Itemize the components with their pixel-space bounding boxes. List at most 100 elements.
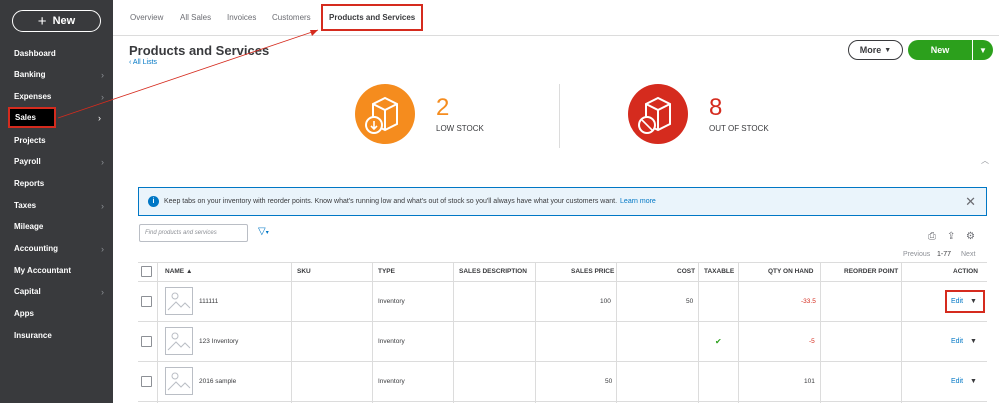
tab-overview[interactable]: Overview bbox=[130, 13, 163, 22]
row-checkbox[interactable] bbox=[141, 336, 152, 347]
table-line bbox=[138, 401, 987, 402]
column-divider bbox=[535, 262, 536, 403]
sidebar-item-label: Banking bbox=[14, 70, 46, 79]
column-header-name[interactable]: NAME ▲ bbox=[165, 268, 192, 275]
pager-previous[interactable]: Previous bbox=[903, 251, 930, 258]
column-divider bbox=[901, 262, 902, 403]
tab-all-sales[interactable]: All Sales bbox=[180, 13, 211, 22]
select-all-checkbox[interactable] bbox=[141, 266, 152, 277]
sidebar-item-label: Insurance bbox=[14, 331, 52, 340]
chevron-right-icon: › bbox=[101, 69, 104, 80]
chevron-right-icon: › bbox=[98, 112, 101, 123]
new-button[interactable]: + New bbox=[12, 10, 101, 32]
cost: 50 bbox=[686, 298, 694, 305]
sidebar-item-dashboard[interactable]: Dashboard bbox=[0, 43, 113, 64]
action-menu-caret-icon[interactable]: ▼ bbox=[970, 338, 977, 345]
sidebar-item-reports[interactable]: Reports bbox=[0, 173, 113, 194]
learn-more-link[interactable]: Learn more bbox=[620, 198, 656, 205]
chevron-right-icon: › bbox=[101, 91, 104, 102]
all-lists-link[interactable]: ‹ All Lists bbox=[129, 59, 157, 66]
column-header-sales-price[interactable]: SALES PRICE bbox=[571, 268, 614, 275]
sidebar-item-expenses[interactable]: Expenses › bbox=[0, 86, 113, 107]
sidebar-item-label: Accounting bbox=[14, 244, 58, 253]
sidebar-item-capital[interactable]: Capital › bbox=[0, 281, 113, 302]
search-placeholder: Find products and services bbox=[145, 230, 217, 236]
action-menu-caret-icon[interactable]: ▼ bbox=[970, 378, 977, 385]
sales-price: 50 bbox=[605, 378, 613, 385]
close-icon[interactable]: ✕ bbox=[965, 194, 976, 210]
sidebar-item-apps[interactable]: Apps bbox=[0, 303, 113, 324]
image-placeholder-icon bbox=[165, 367, 193, 395]
sidebar-item-insurance[interactable]: Insurance bbox=[0, 325, 113, 346]
out-of-stock-stat[interactable] bbox=[628, 84, 688, 144]
column-header-sku[interactable]: SKU bbox=[297, 268, 311, 275]
reorder-info-banner: i Keep tabs on your inventory with reord… bbox=[138, 187, 987, 216]
chevron-down-icon[interactable]: ▼ bbox=[973, 46, 993, 55]
edit-highlight-box bbox=[945, 290, 985, 313]
column-divider bbox=[453, 262, 454, 403]
settings-gear-icon[interactable]: ⚙ bbox=[966, 231, 975, 242]
sidebar-item-mileage[interactable]: Mileage bbox=[0, 216, 113, 237]
column-divider bbox=[291, 262, 292, 403]
sidebar-item-label: Expenses bbox=[14, 92, 52, 101]
chevron-down-icon: ▼ bbox=[884, 46, 892, 54]
sidebar-item-accounting[interactable]: Accounting › bbox=[0, 238, 113, 259]
tab-invoices[interactable]: Invoices bbox=[227, 13, 256, 22]
product-name[interactable]: 123 Inventory bbox=[199, 338, 238, 345]
low-stock-stat[interactable] bbox=[355, 84, 415, 144]
column-header-cost[interactable]: COST bbox=[677, 268, 695, 275]
chevron-right-icon: › bbox=[101, 243, 104, 254]
column-header-qty-on-hand[interactable]: QTY ON HAND bbox=[768, 268, 813, 275]
table-line bbox=[138, 321, 987, 322]
sidebar-item-taxes[interactable]: Taxes › bbox=[0, 195, 113, 216]
sales-tabs: Overview All Sales Invoices Customers Pr… bbox=[113, 0, 999, 36]
chevron-right-icon: › bbox=[101, 200, 104, 211]
table-line bbox=[138, 281, 987, 282]
filter-icon[interactable]: ▽▾ bbox=[258, 226, 269, 237]
product-type: Inventory bbox=[378, 298, 405, 305]
out-of-stock-label: OUT OF STOCK bbox=[709, 124, 769, 133]
column-header-taxable[interactable]: TAXABLE bbox=[704, 268, 734, 275]
new-product-button[interactable]: New ▼ bbox=[908, 40, 993, 60]
table-line bbox=[138, 361, 987, 362]
sidebar-item-my-accountant[interactable]: My Accountant bbox=[0, 260, 113, 281]
low-stock-count: 2 bbox=[436, 94, 450, 121]
info-text: Keep tabs on your inventory with reorder… bbox=[164, 198, 618, 205]
image-placeholder-icon bbox=[165, 287, 193, 315]
sidebar-item-sales[interactable]: Sales › bbox=[8, 107, 101, 128]
all-lists-label: All Lists bbox=[132, 59, 158, 66]
sidebar-item-projects[interactable]: Projects bbox=[0, 130, 113, 151]
sidebar-item-payroll[interactable]: Payroll › bbox=[0, 151, 113, 172]
more-button[interactable]: More ▼ bbox=[848, 40, 903, 60]
column-header-reorder-point[interactable]: REORDER POINT bbox=[844, 268, 898, 275]
product-type: Inventory bbox=[378, 378, 405, 385]
tab-products-and-services[interactable]: Products and Services bbox=[321, 4, 424, 31]
chevron-up-icon[interactable]: ︿ bbox=[981, 155, 989, 166]
tab-customers[interactable]: Customers bbox=[272, 13, 311, 22]
sidebar-item-label: Payroll bbox=[14, 157, 41, 166]
plus-icon: + bbox=[37, 12, 47, 30]
print-icon[interactable]: ⎙ bbox=[928, 231, 936, 242]
column-divider bbox=[698, 262, 699, 403]
column-divider bbox=[157, 262, 158, 403]
column-header-type[interactable]: TYPE bbox=[378, 268, 395, 275]
sidebar-item-label: Reports bbox=[14, 179, 45, 188]
row-checkbox[interactable] bbox=[141, 296, 152, 307]
edit-button[interactable]: Edit bbox=[951, 338, 963, 345]
taxable-check-icon: ✔ bbox=[715, 337, 722, 346]
sidebar-item-banking[interactable]: Banking › bbox=[0, 64, 113, 85]
row-checkbox[interactable] bbox=[141, 376, 152, 387]
search-input[interactable]: Find products and services bbox=[139, 224, 248, 242]
qty-on-hand: -5 bbox=[809, 338, 815, 345]
page-title: Products and Services bbox=[129, 43, 270, 58]
chevron-right-icon: › bbox=[101, 286, 104, 297]
edit-button[interactable]: Edit bbox=[951, 378, 963, 385]
product-name[interactable]: 111111 bbox=[199, 298, 218, 305]
pager-next[interactable]: Next bbox=[961, 251, 975, 258]
column-header-sales-description[interactable]: SALES DESCRIPTION bbox=[459, 268, 527, 275]
sidebar-item-label: Dashboard bbox=[14, 49, 56, 58]
sidebar-item-label: Apps bbox=[14, 309, 34, 318]
qty-on-hand: 101 bbox=[804, 378, 815, 385]
export-icon[interactable]: ⇪ bbox=[947, 231, 955, 242]
product-name[interactable]: 2016 sample bbox=[199, 378, 236, 385]
